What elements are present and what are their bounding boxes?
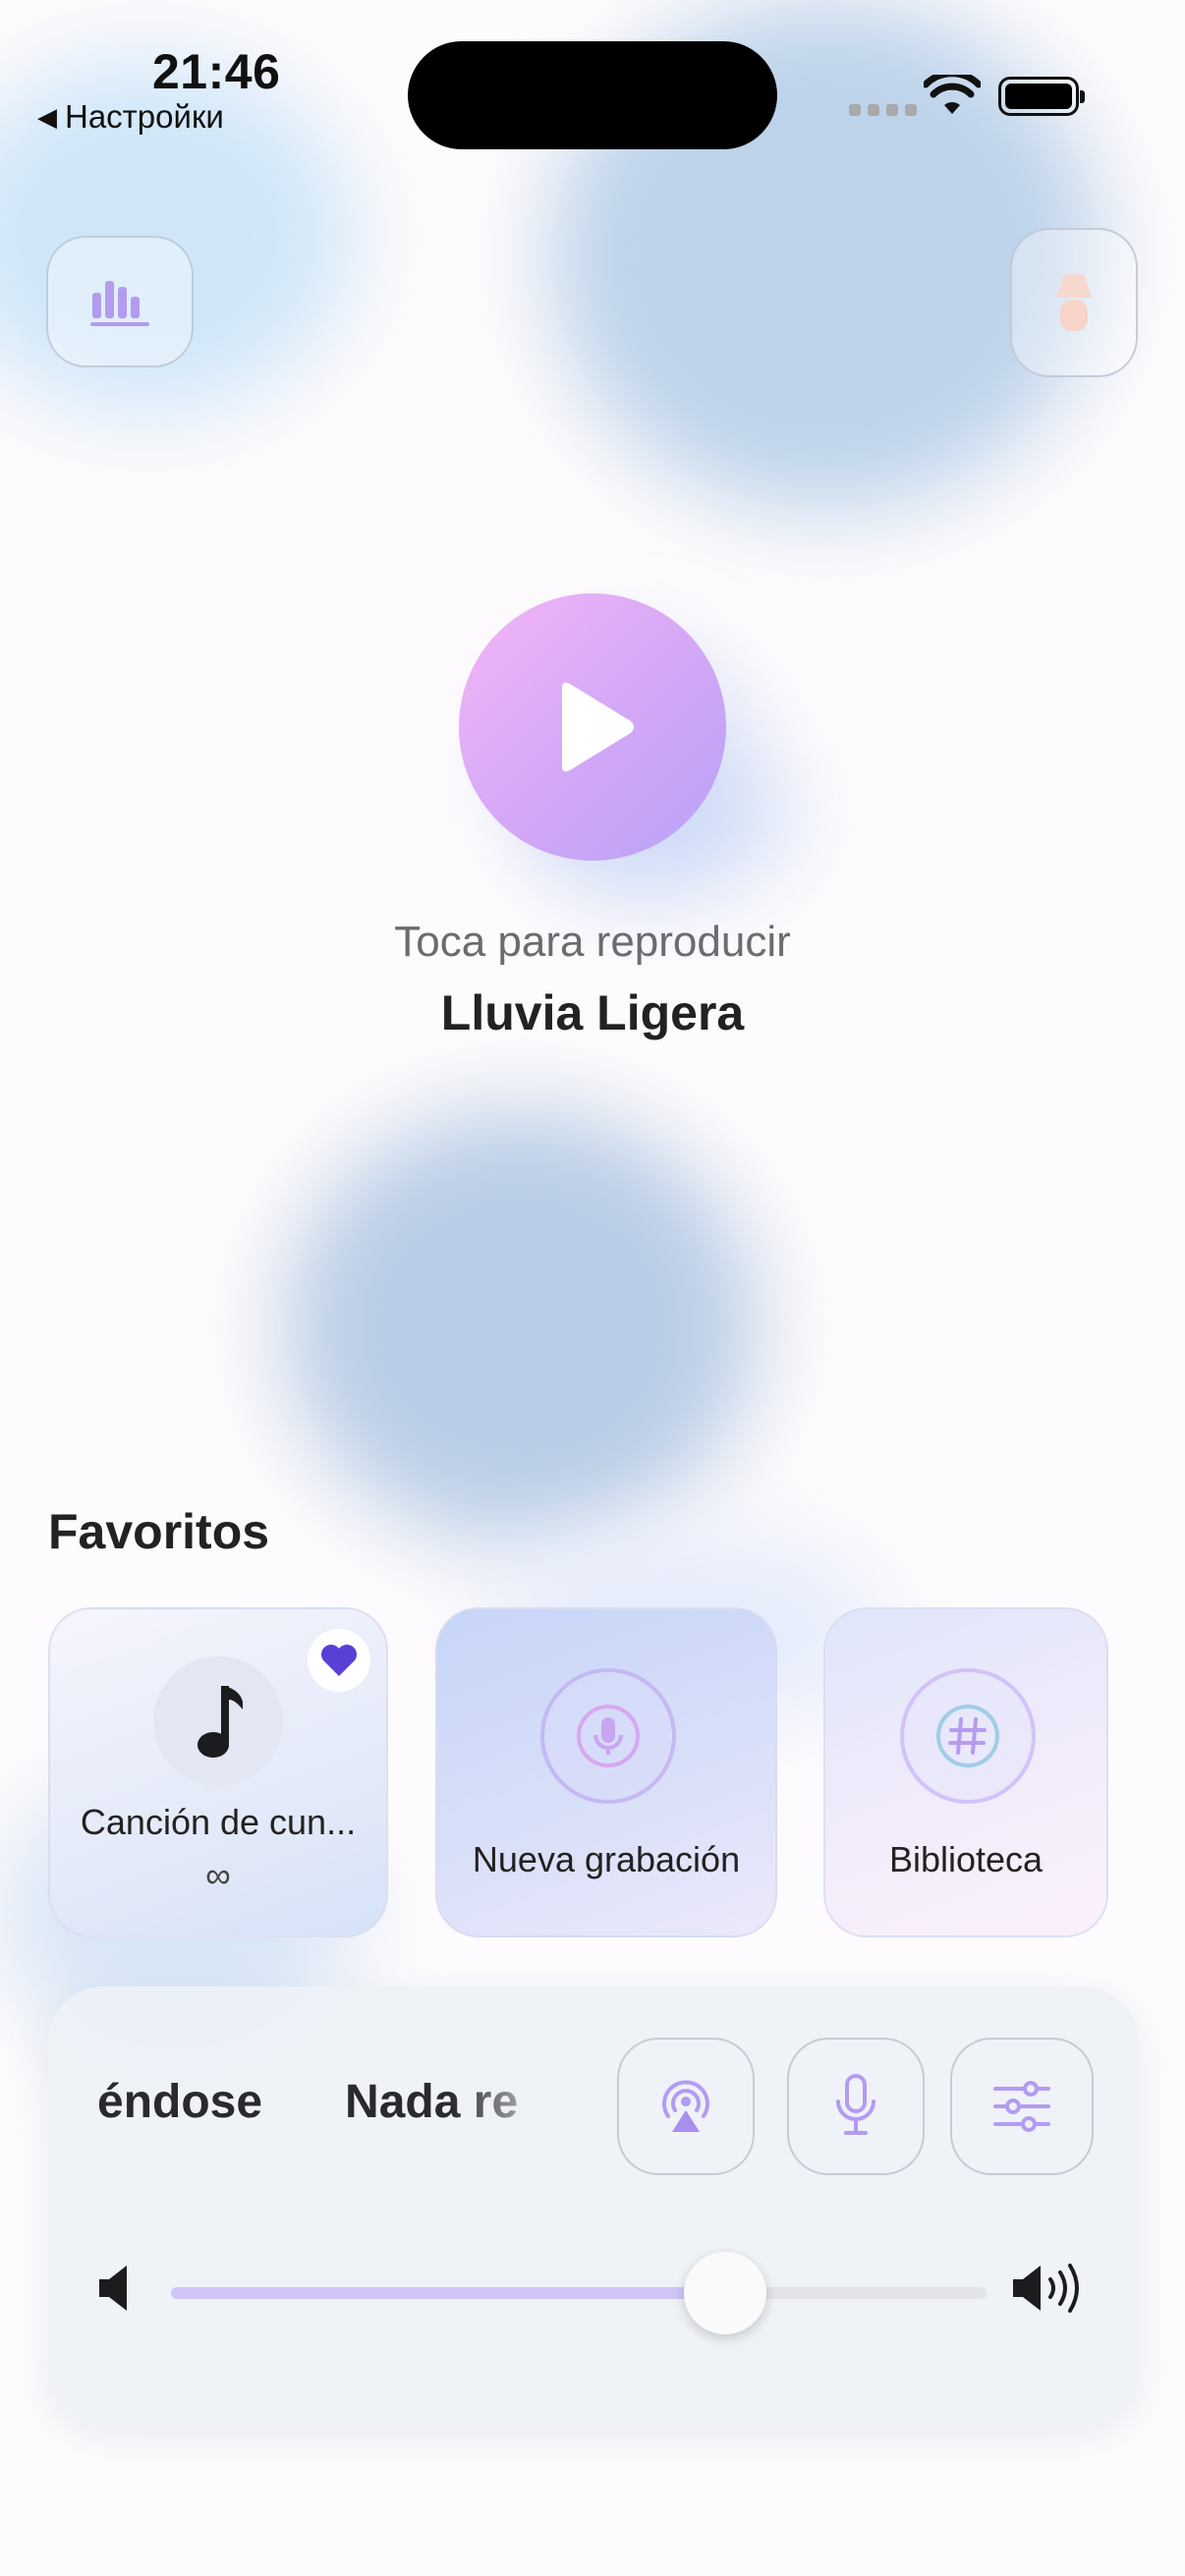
volume-low-icon [99,2266,127,2311]
track-title: Lluvia Ligera [440,985,745,1040]
play-hint: Toca para reproducir [394,918,791,966]
favorite-card-lullaby[interactable]: Canción de cun... ∞ [48,1607,388,1937]
music-note-icon [198,1686,243,1758]
microphone-icon [836,2074,875,2135]
equalizer-button[interactable] [46,236,194,367]
card-label: Biblioteca [888,1839,1044,1879]
status-time: 21:46 [152,44,281,99]
player-control-panel: éndose Nada re [48,1987,1139,2427]
back-arrow-icon: ◀ [37,101,57,132]
favorites-title: Favoritos [48,1504,270,1559]
marquee-text: Nada re [345,2076,519,2128]
volume-slider-fill [171,2287,726,2299]
play-icon [562,682,634,772]
favorite-card-library[interactable]: Biblioteca [823,1607,1108,1937]
mixer-settings-button[interactable] [950,2038,1094,2175]
lamp-icon [1056,274,1092,331]
wifi-icon [924,75,981,114]
marquee-text: éndose [97,2076,263,2128]
card-label: Canción de cun... [80,1802,357,1842]
card-icon-circle [540,1668,676,1804]
microphone-icon [577,1705,640,1767]
airplay-icon [662,2080,709,2132]
now-playing-marquee: éndose Nada re [97,2075,569,2154]
play-button[interactable] [459,593,726,861]
cellular-signal-icon [849,104,917,116]
hashtag-icon [936,1705,999,1767]
back-label: Настройки [65,98,224,135]
volume-slider-knob[interactable] [684,2252,767,2334]
favorite-card-new-recording[interactable]: Nueva grabación [435,1607,777,1937]
card-repeat-label: ∞ [205,1855,231,1895]
favorite-heart-badge[interactable] [308,1629,370,1692]
night-light-button[interactable] [1010,228,1138,377]
airplay-button[interactable] [617,2038,755,2175]
card-icon-circle [900,1668,1036,1804]
card-icon-circle [153,1656,283,1786]
heart-icon [321,1645,357,1676]
dynamic-island [408,41,777,149]
volume-high-icon [1013,2264,1079,2313]
bg-blob [285,1110,757,1542]
volume-slider[interactable] [171,2252,987,2334]
back-to-settings-link[interactable]: ◀ Настройки [37,98,224,136]
card-label: Nueva grabación [472,1839,741,1879]
equalizer-icon [90,281,149,326]
battery-icon [998,77,1085,116]
sliders-icon [993,2081,1050,2132]
record-button[interactable] [787,2038,925,2175]
